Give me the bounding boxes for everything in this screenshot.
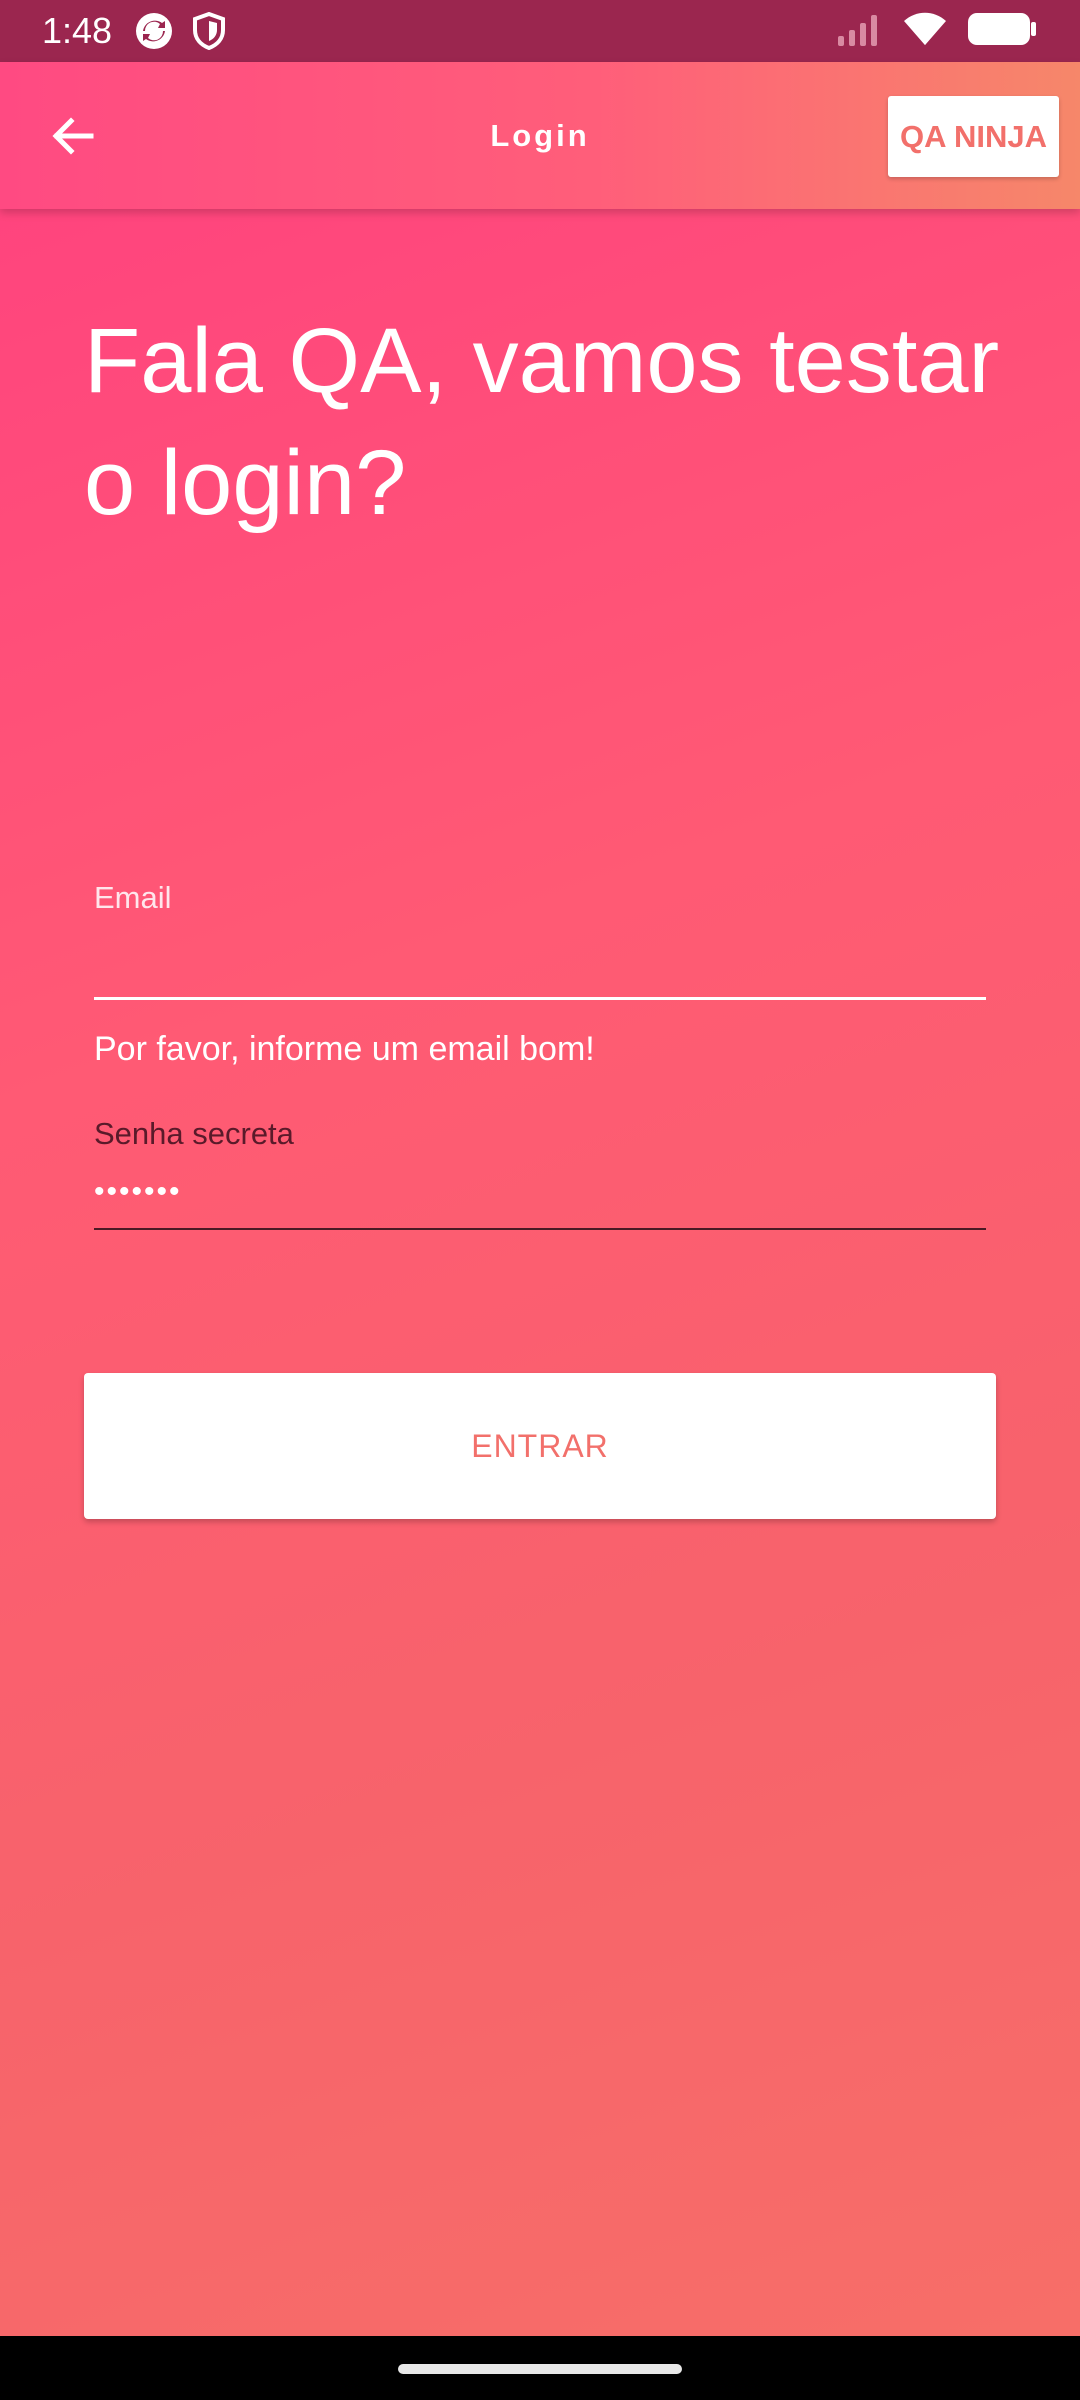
status-bar: 1:48: [0, 0, 1080, 62]
login-button[interactable]: ENTRAR: [84, 1373, 996, 1519]
navigation-bar: [0, 2336, 1080, 2400]
shield-icon: [192, 12, 226, 50]
signal-icon: [836, 12, 884, 51]
sync-icon: [134, 11, 174, 51]
arrow-back-icon: [52, 117, 94, 155]
page-headline: Fala QA, vamos testar o login?: [84, 310, 1000, 534]
email-input[interactable]: [94, 928, 986, 1000]
password-input[interactable]: •••••••: [94, 1158, 986, 1230]
battery-icon: [966, 11, 1038, 52]
wifi-icon: [902, 11, 948, 52]
status-time: 1:48: [42, 10, 113, 51]
email-error-text: Por favor, informe um email bom!: [94, 1030, 595, 1068]
email-label: Email: [94, 880, 172, 915]
back-button[interactable]: [30, 98, 116, 174]
home-indicator[interactable]: [398, 2364, 682, 2374]
login-screen: 1:48 Login QA NINJA Fala QA, vamos testa…: [0, 0, 1080, 2400]
email-field: Email: [94, 880, 986, 1000]
app-bar: Login QA NINJA: [0, 62, 1080, 209]
password-label: Senha secreta: [94, 1116, 294, 1151]
status-icons-right: [836, 11, 1038, 52]
qa-ninja-button[interactable]: QA NINJA: [888, 96, 1059, 177]
password-field: Senha secreta •••••••: [94, 1116, 986, 1230]
